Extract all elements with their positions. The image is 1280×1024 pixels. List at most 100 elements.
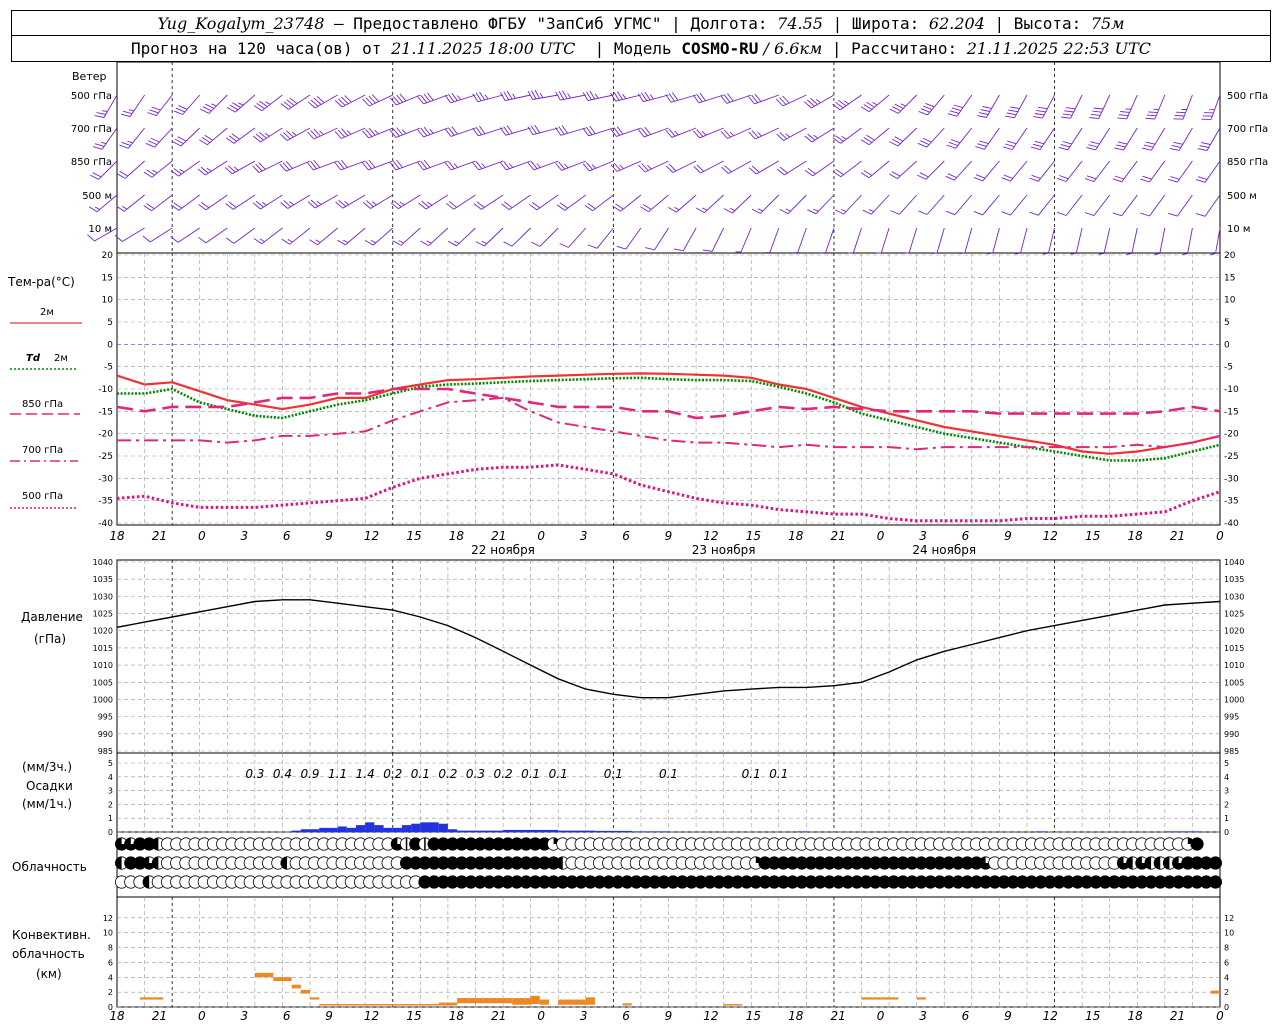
wind-barb bbox=[1145, 94, 1166, 120]
temp-ytick-left: 10 bbox=[102, 296, 114, 306]
time-tick-label: 15 bbox=[1085, 529, 1100, 543]
time-tick-label-bottom: 21 bbox=[831, 1009, 846, 1023]
wind-barb bbox=[917, 160, 945, 180]
temp-ytick-right: -15 bbox=[1224, 407, 1239, 417]
wind-barb bbox=[748, 160, 780, 175]
wind-barb bbox=[420, 227, 449, 246]
time-tick-label-bottom: 3 bbox=[919, 1009, 927, 1023]
wind-barb bbox=[776, 160, 807, 176]
time-tick-label: 12 bbox=[703, 529, 718, 543]
pressure-ytick-left: 1030 bbox=[93, 592, 113, 601]
cloud-symbol bbox=[1208, 875, 1223, 889]
wind-barb bbox=[307, 194, 338, 209]
wind-barb bbox=[918, 194, 945, 215]
wind-level-label-left: 500 гПа bbox=[71, 91, 112, 102]
wind-barb bbox=[1173, 94, 1193, 120]
wind-barb bbox=[200, 94, 228, 114]
wind-barb bbox=[1154, 227, 1166, 255]
wind-barb bbox=[1030, 127, 1055, 151]
precip-1h-unit-label: (мм/1ч.) bbox=[22, 797, 72, 811]
wind-barb bbox=[673, 227, 697, 252]
pressure-ytick-right: 1000 bbox=[1224, 695, 1244, 704]
wind-barb bbox=[931, 227, 945, 254]
pressure-ytick-right: 1005 bbox=[1224, 678, 1244, 687]
wind-level-label-left: 500 м bbox=[82, 191, 112, 202]
wind-barb bbox=[1015, 227, 1028, 255]
temp-ytick-right: -25 bbox=[1224, 452, 1239, 462]
wind-barb bbox=[723, 194, 752, 214]
wind-barb bbox=[1182, 227, 1193, 256]
wind-barb bbox=[559, 227, 587, 248]
precip-ytick-right: 2 bbox=[1224, 800, 1229, 809]
wind-barb bbox=[143, 160, 173, 178]
temp-ytick-right: 15 bbox=[1224, 273, 1235, 283]
time-tick-label-bottom: 12 bbox=[703, 1009, 718, 1023]
pressure-ytick-right: 1030 bbox=[1224, 592, 1244, 601]
wind-barb bbox=[473, 194, 504, 210]
time-tick-label: 18 bbox=[449, 529, 465, 543]
time-tick-label: 18 bbox=[788, 529, 804, 543]
wind-barb bbox=[610, 160, 642, 172]
wind-barb bbox=[1056, 160, 1083, 182]
pressure-ytick-left: 1005 bbox=[93, 678, 113, 687]
conv-bar bbox=[539, 999, 550, 1005]
wind-barb bbox=[198, 194, 228, 211]
pressure-ytick-left: 1000 bbox=[93, 695, 113, 704]
wind-barb bbox=[446, 194, 476, 210]
time-tick-label-bottom: 15 bbox=[746, 1009, 761, 1023]
wind-barb bbox=[1070, 227, 1083, 255]
wind-barb bbox=[804, 127, 835, 143]
wind-barb bbox=[1195, 160, 1221, 183]
wind-barb bbox=[198, 227, 228, 244]
time-tick-label: 6 bbox=[962, 529, 970, 543]
time-tick-label: 12 bbox=[364, 529, 379, 543]
wind-barb bbox=[334, 127, 366, 139]
conv-ytick-right: 6 bbox=[1224, 958, 1229, 967]
pressure-ytick-left: 985 bbox=[98, 747, 113, 756]
wind-barb bbox=[776, 127, 807, 141]
wind-barb bbox=[702, 227, 725, 252]
wind-barb bbox=[638, 160, 669, 173]
temp-ytick-left: -15 bbox=[98, 407, 113, 417]
conv-ytick-right: 12 bbox=[1224, 914, 1234, 923]
time-tick-label-bottom: 18 bbox=[1128, 1009, 1144, 1023]
conv-ytick-left: 6 bbox=[108, 958, 113, 967]
wind-barb bbox=[584, 194, 614, 212]
wind-barb bbox=[1142, 127, 1166, 151]
wind-barb bbox=[252, 194, 283, 210]
precip-3h-label: 0.2 bbox=[383, 767, 402, 781]
wind-barb bbox=[1029, 160, 1055, 182]
wind-barb bbox=[1058, 127, 1083, 151]
wind-barb bbox=[362, 127, 393, 139]
wind-level-label-right: 500 гПа bbox=[1227, 91, 1268, 102]
legend-t2m-label: 2м bbox=[40, 307, 54, 318]
precip-ytick-left: 1 bbox=[108, 814, 113, 823]
conv-bar bbox=[916, 997, 926, 1000]
conv-bar bbox=[457, 998, 513, 1004]
wind-barb bbox=[764, 227, 780, 254]
wind-barb bbox=[832, 94, 862, 111]
temp-ytick-left: -10 bbox=[98, 385, 113, 395]
wind-barb bbox=[531, 227, 559, 247]
wind-barb bbox=[1084, 160, 1111, 183]
wind-barb bbox=[418, 194, 449, 210]
wind-barb bbox=[500, 90, 531, 102]
wind-barb bbox=[147, 94, 173, 117]
wind-barb bbox=[804, 160, 835, 177]
wind-barb bbox=[1029, 194, 1055, 216]
precip-ytick-right: 0 bbox=[1224, 828, 1229, 837]
precip-3h-label: 0.1 bbox=[521, 767, 540, 781]
wind-barb bbox=[119, 127, 145, 149]
precip-bar bbox=[300, 829, 320, 832]
wind-barb bbox=[252, 160, 283, 173]
precip-bar bbox=[319, 827, 338, 832]
precip-ytick-left: 2 bbox=[108, 800, 113, 809]
wind-barb bbox=[721, 160, 752, 174]
temp-ytick-left: 5 bbox=[107, 318, 113, 328]
precip-3h-label: 0.1 bbox=[742, 767, 761, 781]
wind-barb bbox=[170, 227, 200, 243]
wind-barb bbox=[612, 194, 642, 212]
wind-barb bbox=[389, 127, 421, 138]
precip-ytick-left: 3 bbox=[108, 787, 113, 796]
precip-bar bbox=[503, 829, 522, 832]
